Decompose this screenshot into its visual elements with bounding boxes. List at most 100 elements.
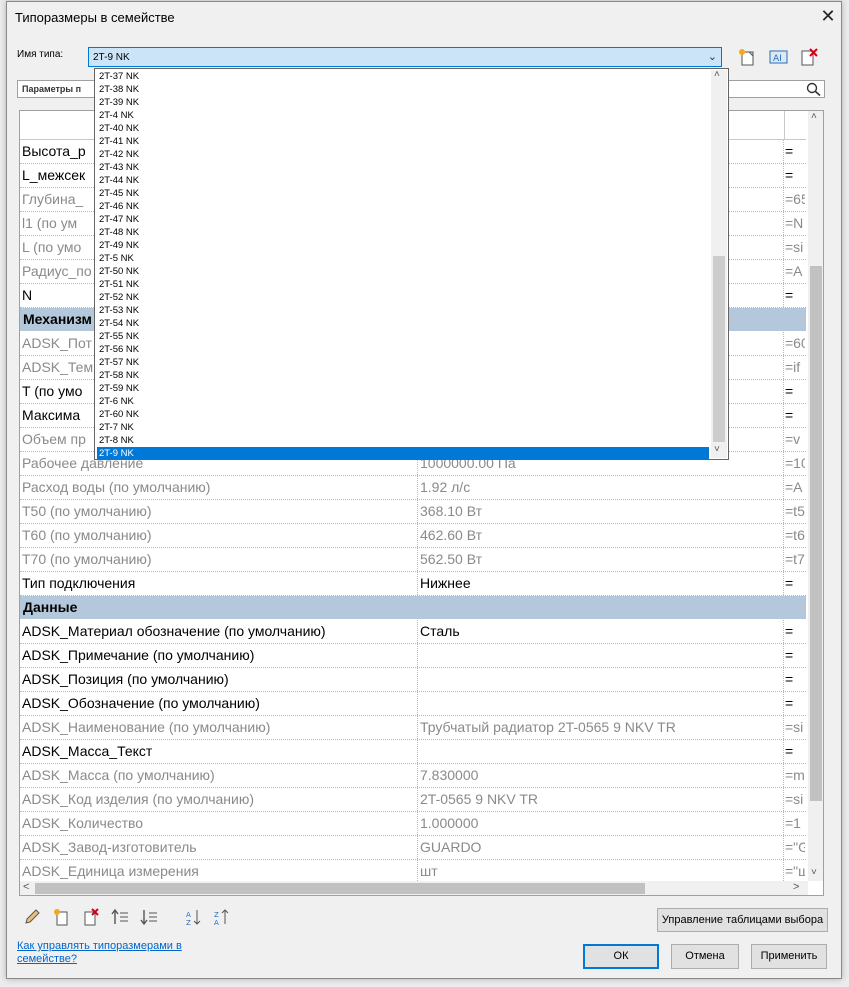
parameter-formula[interactable]: = — [785, 143, 805, 159]
apply-button[interactable]: Применить — [751, 944, 827, 969]
parameter-formula[interactable]: =si — [785, 719, 805, 735]
dropdown-item[interactable]: 2T-7 NK — [97, 421, 709, 434]
dropdown-scroll-up-icon[interactable]: ˄ — [714, 69, 720, 80]
dropdown-item[interactable]: 2T-40 NK — [97, 122, 709, 135]
parameter-formula[interactable]: ="G — [785, 839, 805, 855]
dropdown-item[interactable]: 2T-8 NK — [97, 434, 709, 447]
parameter-formula[interactable]: =A — [785, 263, 805, 279]
dropdown-item[interactable]: 2T-38 NK — [97, 83, 709, 96]
parameter-formula[interactable]: =si — [785, 791, 805, 807]
dropdown-scroll-down-icon[interactable]: ˅ — [714, 444, 720, 455]
manage-lookup-tables-button[interactable]: Управление таблицами выбора — [657, 908, 828, 932]
dropdown-item[interactable]: 2T-48 NK — [97, 226, 709, 239]
dropdown-item[interactable]: 2T-50 NK — [97, 265, 709, 278]
edit-parameter-icon[interactable] — [23, 908, 41, 926]
parameter-formula[interactable]: =v — [785, 431, 805, 447]
parameter-formula[interactable]: =if — [785, 359, 805, 375]
dropdown-item[interactable]: 2T-52 NK — [97, 291, 709, 304]
parameter-value[interactable]: 2T-0565 9 NKV TR — [420, 791, 780, 807]
dropdown-item[interactable]: 2T-56 NK — [97, 343, 709, 356]
parameter-formula[interactable]: = — [785, 575, 805, 591]
dropdown-item[interactable]: 2T-46 NK — [97, 200, 709, 213]
sort-descending-icon[interactable]: Z A — [213, 908, 231, 926]
parameter-value[interactable]: 562.50 Вт — [420, 551, 780, 567]
dropdown-item[interactable]: 2T-44 NK — [97, 174, 709, 187]
move-up-icon[interactable] — [111, 908, 129, 926]
dropdown-item[interactable]: 2T-49 NK — [97, 239, 709, 252]
dropdown-item[interactable]: 2T-53 NK — [97, 304, 709, 317]
delete-parameter-icon[interactable] — [82, 908, 100, 926]
dropdown-item[interactable]: 2T-9 NK — [97, 447, 709, 460]
parameter-formula[interactable]: =t5 — [785, 503, 805, 519]
parameter-value[interactable]: шт — [420, 863, 780, 879]
group-header[interactable]: Данные — [20, 596, 806, 620]
parameter-formula[interactable]: = — [785, 287, 805, 303]
dropdown-item[interactable]: 2T-60 NK — [97, 408, 709, 421]
parameter-formula[interactable]: =10 — [785, 455, 805, 471]
parameter-formula[interactable]: =t7 — [785, 551, 805, 567]
type-name-dropdown-list[interactable]: ˄ ˅ 2T-37 NK 2T-38 NK 2T-39 NK 2T-4 NK 2T-40… — [94, 68, 729, 460]
help-link[interactable]: Как управлять типоразмерами в семействе? — [17, 940, 197, 966]
parameter-formula[interactable]: =60 — [785, 335, 805, 351]
dropdown-item[interactable]: 2T-55 NK — [97, 330, 709, 343]
dropdown-item[interactable]: 2T-5 NK — [97, 252, 709, 265]
dropdown-item[interactable]: 2T-59 NK — [97, 382, 709, 395]
parameter-formula[interactable]: =65 — [785, 191, 805, 207]
parameter-formula[interactable]: =si — [785, 239, 805, 255]
parameter-value[interactable]: Сталь — [420, 623, 780, 639]
parameter-value[interactable]: 7.830000 — [420, 767, 780, 783]
dropdown-item[interactable]: 2T-39 NK — [97, 96, 709, 109]
cancel-button[interactable]: Отмена — [671, 944, 739, 969]
dropdown-item[interactable]: 2T-42 NK — [97, 148, 709, 161]
close-icon[interactable]: ✕ — [818, 6, 838, 26]
ok-button[interactable]: ОК — [583, 944, 659, 969]
scroll-down-icon[interactable]: ˅ — [811, 867, 817, 878]
parameter-value[interactable]: GUARDO — [420, 839, 780, 855]
type-name-combobox[interactable]: 2T-9 NK ⌄ — [88, 47, 722, 67]
parameter-value[interactable]: Нижнее — [420, 575, 780, 591]
parameter-formula[interactable]: = — [785, 647, 805, 663]
dropdown-item[interactable]: 2T-37 NK — [97, 70, 709, 83]
parameter-value[interactable]: 462.60 Вт — [420, 527, 780, 543]
parameter-formula[interactable]: = — [785, 383, 805, 399]
horizontal-scroll-thumb[interactable] — [35, 883, 645, 894]
dropdown-scrollbar[interactable]: ˄ ˅ — [711, 69, 727, 458]
parameter-value[interactable]: Трубчатый радиатор 2T-0565 9 NKV TR — [420, 719, 780, 735]
parameter-formula[interactable]: =A — [785, 479, 805, 495]
new-parameter-icon[interactable] — [53, 908, 71, 926]
move-down-icon[interactable] — [140, 908, 158, 926]
parameter-value[interactable]: 1.000000 — [420, 815, 780, 831]
dropdown-item[interactable]: 2T-43 NK — [97, 161, 709, 174]
chevron-down-icon[interactable]: ⌄ — [708, 50, 717, 63]
parameter-formula[interactable]: =N — [785, 215, 805, 231]
parameter-formula[interactable]: = — [785, 623, 805, 639]
dropdown-item[interactable]: 2T-54 NK — [97, 317, 709, 330]
parameter-formula[interactable]: = — [785, 167, 805, 183]
parameter-formula[interactable]: = — [785, 695, 805, 711]
parameter-formula[interactable]: ="ш — [785, 863, 805, 879]
dropdown-item[interactable]: 2T-4 NK — [97, 109, 709, 122]
scroll-up-icon[interactable]: ˄ — [811, 111, 817, 122]
parameter-value[interactable]: 1.92 л/с — [420, 479, 780, 495]
parameter-formula[interactable]: =m — [785, 767, 805, 783]
parameter-formula[interactable]: = — [785, 407, 805, 423]
parameter-formula[interactable]: = — [785, 671, 805, 687]
vertical-scroll-thumb[interactable] — [810, 266, 822, 801]
parameter-value[interactable]: 368.10 Вт — [420, 503, 780, 519]
rename-type-icon[interactable]: AI — [769, 48, 789, 66]
scroll-right-icon[interactable]: > — [793, 881, 799, 893]
dropdown-item[interactable]: 2T-51 NK — [97, 278, 709, 291]
dropdown-item[interactable]: 2T-6 NK — [97, 395, 709, 408]
search-icon[interactable] — [806, 82, 822, 96]
dropdown-item[interactable]: 2T-58 NK — [97, 369, 709, 382]
sort-ascending-icon[interactable]: A Z — [185, 908, 203, 926]
new-type-icon[interactable] — [738, 48, 758, 66]
vertical-scrollbar[interactable]: ˄ ˅ — [808, 111, 823, 881]
dropdown-item[interactable]: 2T-45 NK — [97, 187, 709, 200]
dropdown-scroll-thumb[interactable] — [713, 256, 725, 442]
delete-type-icon[interactable] — [799, 48, 819, 66]
parameter-formula[interactable]: =1 — [785, 815, 805, 831]
parameter-formula[interactable]: = — [785, 743, 805, 759]
dropdown-item[interactable]: 2T-47 NK — [97, 213, 709, 226]
parameter-formula[interactable]: =t6 — [785, 527, 805, 543]
